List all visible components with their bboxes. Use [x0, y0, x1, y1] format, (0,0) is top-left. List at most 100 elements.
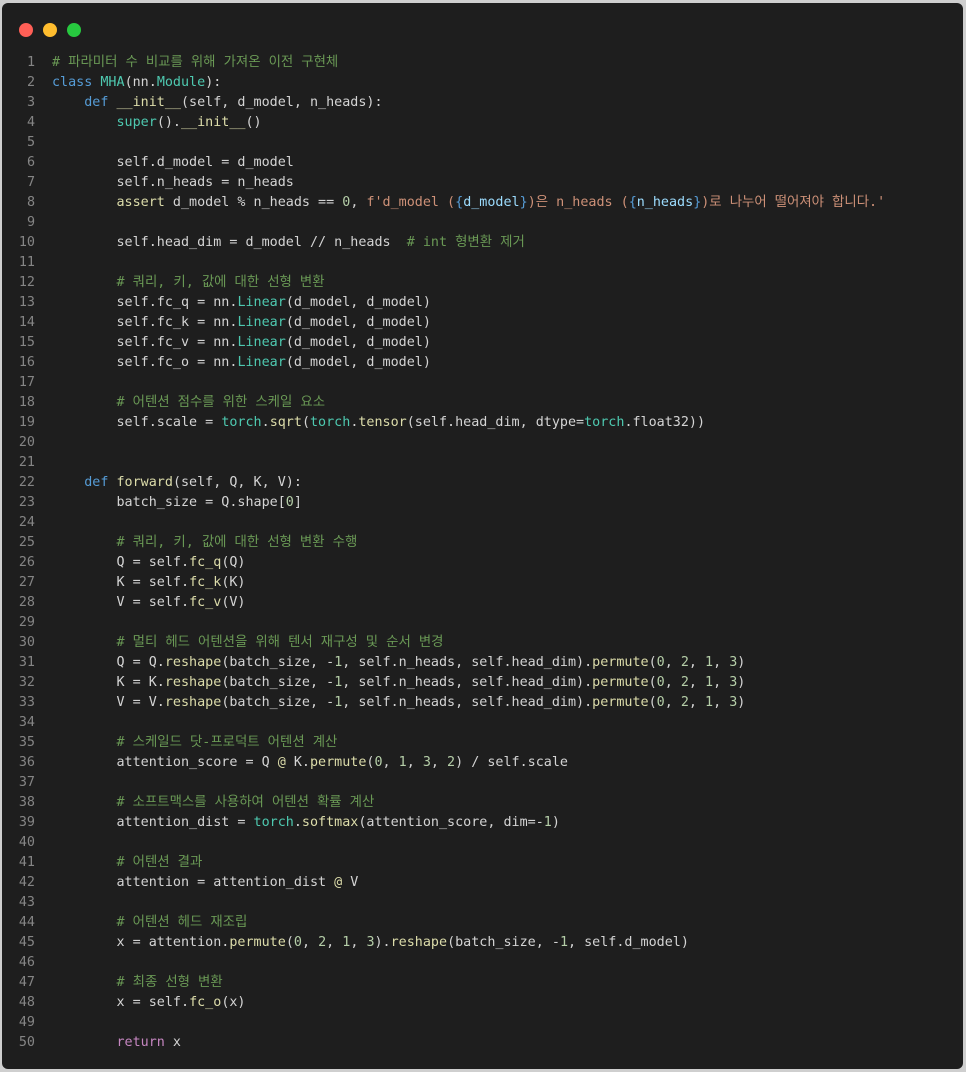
- code-token-plain: (K): [221, 575, 246, 590]
- code-token-plain: ,: [664, 695, 681, 710]
- code-token-class: super: [116, 115, 157, 130]
- code-token-function: reshape: [390, 935, 448, 950]
- code-token-number: 1: [705, 655, 714, 670]
- code-token-plain: (batch_size, -: [447, 935, 560, 950]
- code-token-plain: x = attention.: [52, 935, 230, 950]
- code-token-keyword: def: [84, 95, 109, 110]
- code-line: 8 assert d_model % n_heads == 0, f'd_mod…: [2, 193, 963, 213]
- code-token-class: torch: [310, 415, 351, 430]
- line-number: 34: [18, 715, 35, 730]
- code-token-function: reshape: [164, 675, 222, 690]
- code-line: 23 batch_size = Q.shape[0]: [2, 493, 963, 513]
- code-token-plain: ,: [350, 935, 367, 950]
- code-token-string: )로 나누어 떨어져야 합니다.': [701, 195, 886, 210]
- line-number: 13: [18, 295, 35, 310]
- code-token-function: reshape: [164, 695, 222, 710]
- code-line: 6 self.d_model = d_model: [2, 153, 963, 173]
- line-source: # 쿼리, 키, 값에 대한 선형 변환 수행: [52, 533, 358, 553]
- code-token-plain: .: [261, 415, 270, 430]
- line-source: x = attention.permute(0, 2, 1, 3).reshap…: [52, 933, 688, 953]
- code-token-number: 0: [285, 495, 294, 510]
- code-token-plain: ):: [205, 75, 222, 90]
- line-number: 19: [18, 415, 35, 430]
- code-token-function: fc_k: [189, 575, 222, 590]
- code-token-comment: # 어텐션 헤드 재조립: [116, 915, 248, 930]
- line-number: 5: [26, 135, 35, 150]
- code-token-keyword: class: [52, 75, 93, 90]
- code-line: 7 self.n_heads = n_heads: [2, 173, 963, 193]
- minimize-button[interactable]: [43, 23, 57, 37]
- line-number: 50: [18, 1035, 35, 1050]
- code-token-number: 0: [374, 755, 383, 770]
- code-token-plain: (x): [221, 995, 246, 1010]
- code-line: 43: [2, 893, 963, 913]
- code-token-plain: (Q): [221, 555, 246, 570]
- code-line: 42 attention = attention_dist @ V: [2, 873, 963, 893]
- code-token-plain: ): [737, 695, 746, 710]
- code-token-function: sqrt: [269, 415, 302, 430]
- code-token-class: Linear: [237, 335, 286, 350]
- code-token-class: torch: [584, 415, 625, 430]
- line-number: 16: [18, 355, 35, 370]
- maximize-button[interactable]: [67, 23, 81, 37]
- code-token-plain: ,: [326, 935, 343, 950]
- line-number: 42: [18, 875, 35, 890]
- code-token-comment: # 소프트맥스를 사용하여 어텐션 확률 계산: [116, 795, 375, 810]
- code-token-plain: ().: [156, 115, 181, 130]
- code-token-plain: self.scale =: [52, 415, 222, 430]
- code-token-plain: self.fc_k = nn.: [52, 315, 238, 330]
- line-source: attention_score = Q @ K.permute(0, 1, 3,…: [52, 753, 568, 773]
- code-token-plain: , self.n_heads, self.head_dim).: [342, 695, 593, 710]
- code-token-plain: attention_dist =: [52, 815, 254, 830]
- line-source: # 최종 선형 변환: [52, 973, 223, 993]
- code-line: 33 V = V.reshape(batch_size, - 1 , self.n_…: [2, 693, 963, 713]
- code-line: 28 V = self.fc_v(V): [2, 593, 963, 613]
- code-line: 29: [2, 613, 963, 633]
- code-token-plain: (d_model, d_model): [285, 315, 431, 330]
- code-line: 32 K = K.reshape(batch_size, - 1 , self.n_…: [2, 673, 963, 693]
- line-number: 46: [18, 955, 35, 970]
- line-source: V = self.fc_v(V): [52, 593, 245, 613]
- code-token-plain: ): [551, 815, 560, 830]
- code-token-plain: ,: [430, 755, 448, 770]
- code-token-plain: ) / self.scale: [455, 755, 568, 770]
- code-line: 48 x = self.fc_o(x): [2, 993, 963, 1013]
- line-source: # 어텐션 결과: [52, 853, 203, 873]
- code-line: 18 # 어텐션 점수를 위한 스케일 요소: [2, 393, 963, 413]
- line-number: 21: [18, 455, 35, 470]
- code-token-function: forward: [116, 475, 173, 490]
- line-number: 4: [26, 115, 35, 130]
- code-line: 5: [2, 133, 963, 153]
- code-line: 15 self.fc_v = nn.Linear(d_model, d_mode…: [2, 333, 963, 353]
- close-button[interactable]: [19, 23, 33, 37]
- code-token-function: fc_v: [189, 595, 222, 610]
- code-token-number: 1: [559, 935, 568, 950]
- code-editor[interactable]: 1 # 파라미터 수 비교를 위해 가져온 이전 구현체 2 class MHA(nn…: [2, 53, 963, 1053]
- code-token-keyword: def: [84, 475, 109, 490]
- code-line: 40: [2, 833, 963, 853]
- line-number: 32: [18, 675, 35, 690]
- line-number: 20: [18, 435, 35, 450]
- code-line: 3 def __init__(self, d_model, n_heads):: [2, 93, 963, 113]
- line-number: 48: [18, 995, 35, 1010]
- code-token-comment: # 어텐션 점수를 위한 스케일 요소: [116, 395, 326, 410]
- code-token-number: 2: [680, 675, 689, 690]
- code-token-plain: self.fc_q = nn.: [52, 295, 238, 310]
- code-token-number: 1: [398, 755, 407, 770]
- code-line: 34: [2, 713, 963, 733]
- code-token-plain: V: [342, 875, 359, 890]
- code-token-plain: (d_model, d_model): [285, 355, 431, 370]
- code-token-plain: ): [737, 655, 746, 670]
- code-token-plain: (d_model, d_model): [285, 335, 431, 350]
- code-token-comment: # 최종 선형 변환: [116, 975, 223, 990]
- code-token-plain: (self, Q, K, V):: [172, 475, 302, 490]
- line-number: 40: [18, 835, 35, 850]
- code-token-class: Linear: [237, 295, 286, 310]
- line-source: class MHA(nn.Module):: [52, 73, 221, 93]
